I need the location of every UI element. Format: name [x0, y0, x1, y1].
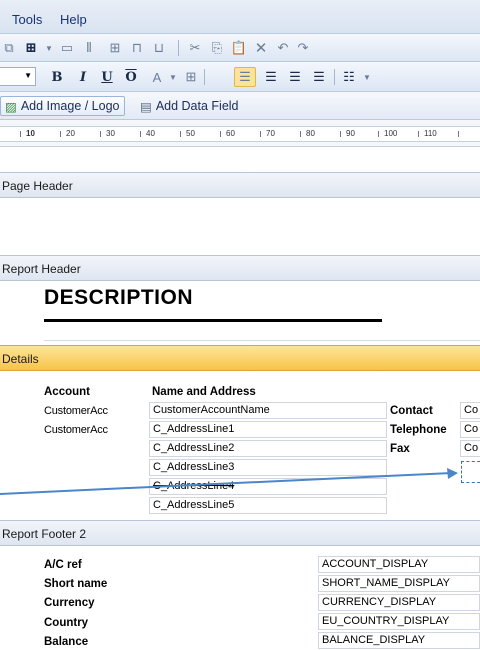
footer-label[interactable]: Country — [44, 617, 88, 629]
footer-field[interactable]: SHORT_NAME_DISPLAY — [318, 575, 480, 592]
footer-field[interactable]: BALANCE_DISPLAY — [318, 632, 480, 649]
footer-field[interactable]: EU_COUNTRY_DISPLAY — [318, 613, 480, 630]
footer-field[interactable]: CURRENCY_DISPLAY — [318, 594, 480, 611]
drag-arrow — [0, 468, 458, 495]
report-footer-label: Report Footer 2 — [2, 527, 87, 541]
report-footer-band[interactable]: Report Footer 2 — [0, 520, 480, 546]
footer-label[interactable]: Short name — [44, 578, 107, 590]
footer-label[interactable]: A/C ref — [44, 559, 82, 571]
footer-field[interactable]: ACCOUNT_DISPLAY — [318, 556, 480, 573]
footer-label[interactable]: Currency — [44, 597, 95, 609]
footer-label[interactable]: Balance — [44, 636, 88, 648]
